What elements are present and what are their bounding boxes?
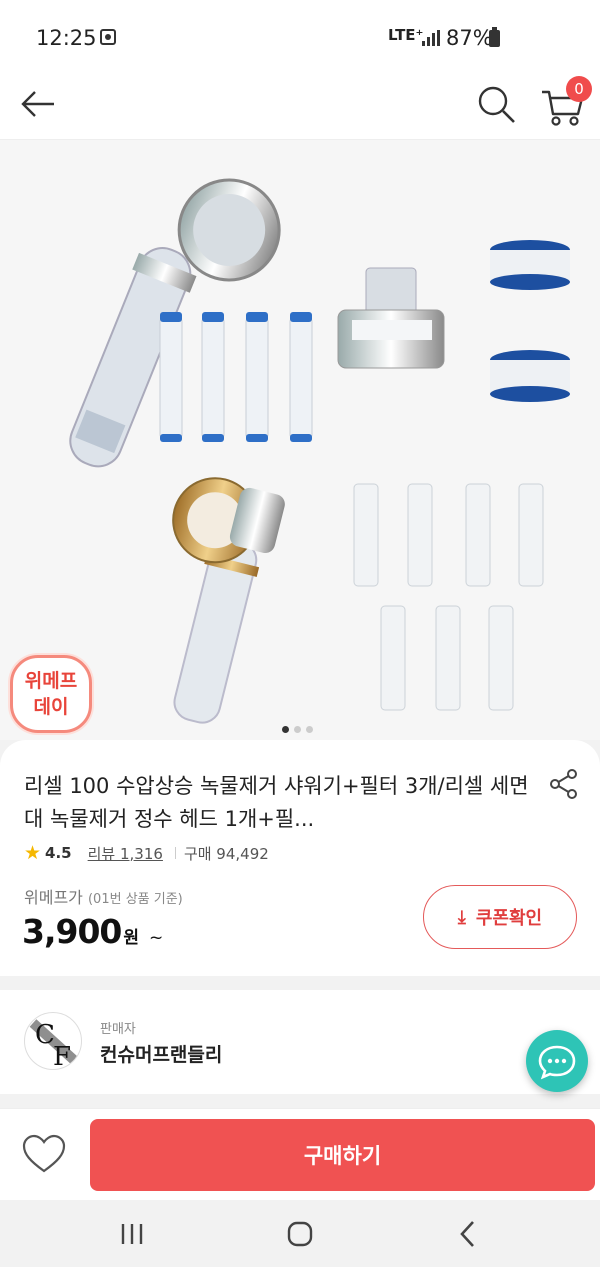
bottom-action-bar: 구매하기 [0, 1108, 600, 1200]
price: 3,900 원 ~ [22, 912, 163, 951]
seller-logo-letter-c: C [35, 1020, 55, 1050]
status-bar: 12:25 LTE⁺ 87% [0, 0, 600, 76]
price-unit: 원 [123, 928, 140, 948]
search-icon[interactable] [474, 82, 518, 126]
back-nav-icon[interactable] [443, 1212, 493, 1256]
system-navigation-bar [0, 1200, 600, 1267]
share-icon[interactable] [548, 768, 580, 800]
coupon-check-button[interactable]: ⤓ 쿠폰확인 [423, 885, 577, 949]
review-count-link[interactable]: 리뷰 1,316 [88, 843, 163, 864]
purchase-count: 구매 94,492 [183, 844, 269, 863]
rating-row: ★ 4.5 리뷰 1,316 구매 94,492 [24, 842, 269, 864]
network-type: LTE⁺ [388, 26, 424, 44]
coupon-label: 쿠폰확인 [475, 908, 543, 929]
battery-level: 87% [446, 26, 493, 50]
star-icon: ★ [24, 842, 42, 864]
seller-name: 컨슈머프랜들리 [100, 1044, 223, 1066]
recent-apps-icon[interactable] [107, 1212, 157, 1256]
event-badge: 위메프 데이 [10, 655, 92, 733]
price-label-text: 위메프가 [24, 888, 83, 907]
product-info-card: 리셀 100 수압상승 녹물제거 샤워기+필터 3개/리셀 세면대 녹물제거 정… [0, 740, 600, 976]
event-badge-line2: 데이 [33, 696, 69, 718]
carousel-indicator [282, 718, 318, 737]
price-label: 위메프가 (01번 상품 기준) [24, 884, 183, 908]
event-badge-line1: 위메프 [24, 670, 78, 692]
seller-card[interactable]: CF 판매자 컨슈머프랜들리 [0, 990, 600, 1094]
price-value: 3,900 [22, 912, 122, 951]
status-time: 12:25 [36, 26, 97, 50]
seller-logo: CF [24, 1012, 82, 1070]
chat-bubble-icon [538, 1045, 576, 1080]
rating-score: 4.5 [45, 844, 72, 862]
seller-label: 판매자 [100, 1022, 136, 1037]
price-note: (01번 상품 기준) [87, 892, 183, 907]
signal-icon [422, 30, 440, 46]
notification-icon [100, 29, 116, 45]
battery-icon [489, 27, 500, 47]
divider [174, 847, 176, 859]
seller-logo-letter-f: F [53, 1042, 71, 1070]
heart-icon[interactable] [20, 1131, 68, 1177]
carousel-dot [294, 726, 301, 733]
price-suffix: ~ [149, 928, 163, 948]
back-arrow-icon[interactable] [18, 84, 58, 124]
buy-button[interactable]: 구매하기 [90, 1119, 595, 1191]
product-photo [69, 178, 570, 724]
top-navigation [0, 76, 600, 140]
download-icon: ⤓ [457, 906, 466, 928]
carousel-dot [282, 726, 289, 733]
cart-count-badge: 0 [566, 76, 592, 102]
home-icon[interactable] [275, 1212, 325, 1256]
product-title: 리셀 100 수압상승 녹물제거 샤워기+필터 3개/리셀 세면대 녹물제거 정… [24, 774, 529, 831]
carousel-dot [306, 726, 313, 733]
product-image-carousel[interactable]: 위메프 데이 [0, 140, 600, 740]
chat-button[interactable] [526, 1030, 588, 1092]
